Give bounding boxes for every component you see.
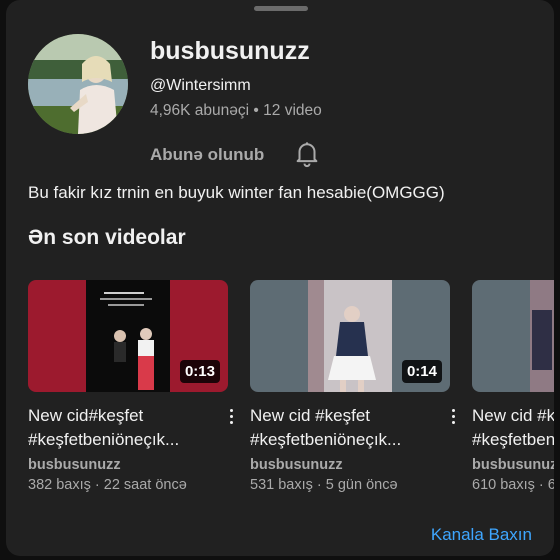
video-title[interactable]: New cid #keşfet #keşfetbeniöneçık...	[472, 404, 554, 452]
section-title-latest-videos: Ən son videolar	[28, 226, 186, 249]
video-meta: 382 baxış · 22 saat öncə	[28, 477, 187, 493]
video-title-line: New cid#keşfet	[28, 406, 144, 425]
video-channel-name: busbusunuzz	[250, 457, 343, 473]
channel-name: busbusunuzz	[150, 37, 310, 65]
video-channel-name: busbusunuzz	[472, 457, 554, 473]
video-title[interactable]: New cid #keşfet #keşfetbeniöneçık...	[250, 404, 440, 452]
subscribed-button[interactable]: Abunə olunub	[150, 145, 264, 165]
channel-description: Bu fakir kız trnin en buyuk winter fan h…	[28, 183, 445, 202]
video-title-line: New cid #keşfet	[472, 406, 554, 425]
video-title[interactable]: New cid#keşfet #keşfetbeniöneçık...	[28, 404, 218, 452]
more-vertical-icon[interactable]	[447, 406, 459, 426]
channel-handle: @Wintersimm	[150, 77, 251, 94]
video-title-line: #keşfetbeniöneçık...	[28, 430, 180, 449]
more-vertical-icon[interactable]	[225, 406, 237, 426]
view-channel-button[interactable]: Kanala Baxın	[431, 525, 532, 545]
video-meta: 531 baxış · 5 gün öncə	[250, 477, 398, 493]
video-card[interactable]: New cid #keşfet #keşfetbeniöneçık... bus…	[472, 280, 554, 493]
video-title-line: New cid #keşfet	[250, 406, 370, 425]
channel-bottom-sheet: busbusunuzz @Wintersimm 4,96K abunəçi • …	[6, 0, 554, 556]
channel-stats: 4,96K abunəçi • 12 video	[150, 102, 322, 119]
bell-icon[interactable]	[292, 138, 322, 168]
video-title-line: #keşfetbeniöneçık...	[472, 430, 554, 449]
avatar[interactable]	[28, 34, 128, 134]
drag-handle[interactable]	[254, 6, 308, 11]
thumbnail-image	[472, 280, 554, 392]
video-thumbnail[interactable]: 0:13	[28, 280, 228, 392]
video-meta: 610 baxış · 6 gün öncə	[472, 477, 554, 493]
video-card[interactable]: 0:13 New cid#keşfet #keşfetbeniöneçık...…	[28, 280, 238, 493]
avatar-image	[28, 34, 128, 134]
video-thumbnail[interactable]	[472, 280, 554, 392]
video-duration: 0:13	[179, 360, 220, 383]
video-card[interactable]: 0:14 New cid #keşfet #keşfetbeniöneçık..…	[250, 280, 460, 493]
video-thumbnail[interactable]: 0:14	[250, 280, 450, 392]
video-duration: 0:14	[401, 360, 442, 383]
video-channel-name: busbusunuzz	[28, 457, 121, 473]
video-title-line: #keşfetbeniöneçık...	[250, 430, 402, 449]
